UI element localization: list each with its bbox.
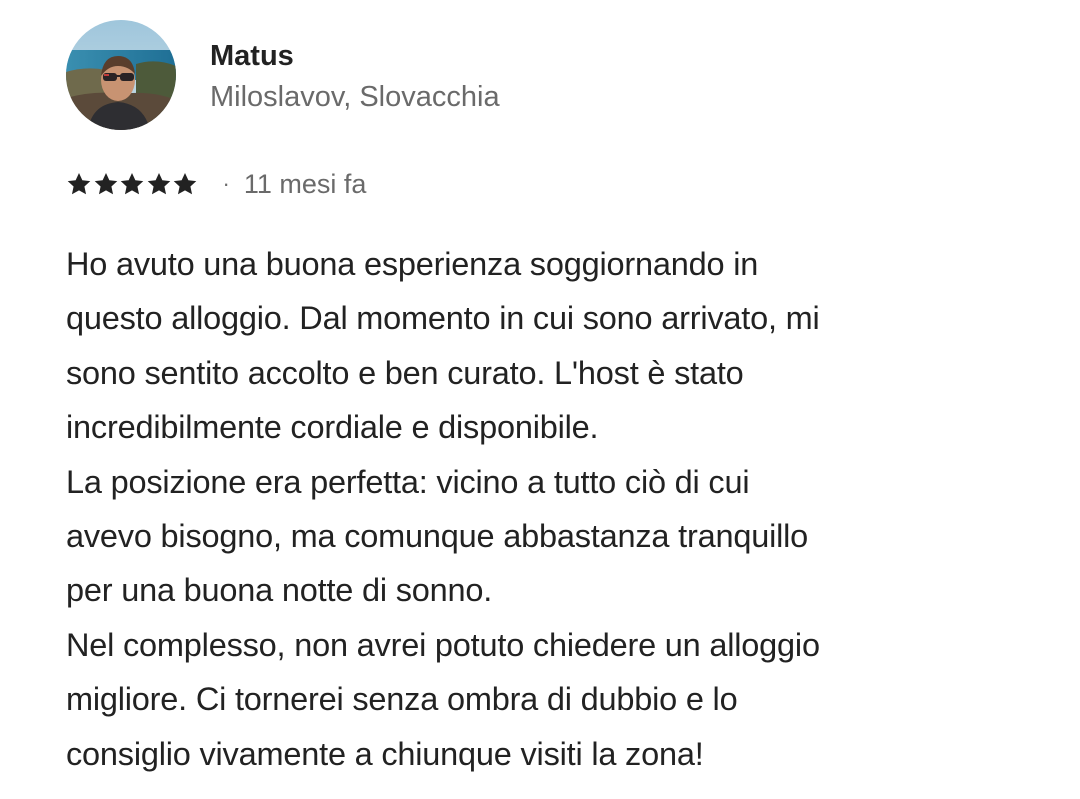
reviewer-header: Matus Miloslavov, Slovacchia <box>66 20 500 130</box>
star-icon <box>173 172 197 195</box>
avatar-photo-icon <box>66 20 176 130</box>
reviewer-location: Miloslavov, Slovacchia <box>210 81 500 113</box>
star-icon <box>147 172 170 195</box>
meta-separator: · <box>222 171 230 196</box>
star-icon <box>67 172 91 195</box>
review-card: Matus Miloslavov, Slovacchia · 11 mesi f… <box>0 0 1080 799</box>
star-icon <box>120 172 144 195</box>
avatar[interactable] <box>66 20 176 130</box>
reviewer-info: Matus Miloslavov, Slovacchia <box>210 34 500 116</box>
review-meta: · 11 mesi fa <box>66 164 366 204</box>
review-paragraph: La posizione era perfetta: vicino a tutt… <box>66 463 809 609</box>
review-date: 11 mesi fa <box>243 169 367 199</box>
reviewer-name[interactable]: Matus <box>210 38 500 74</box>
star-rating <box>66 171 199 197</box>
review-paragraph: Ho avuto una buona esperienza soggiornan… <box>66 246 820 446</box>
review-paragraph: Nel complesso, non avrei potuto chiedere… <box>66 626 820 772</box>
review-text: Ho avuto una buona esperienza soggiornan… <box>66 237 1026 781</box>
star-icon <box>94 172 117 195</box>
